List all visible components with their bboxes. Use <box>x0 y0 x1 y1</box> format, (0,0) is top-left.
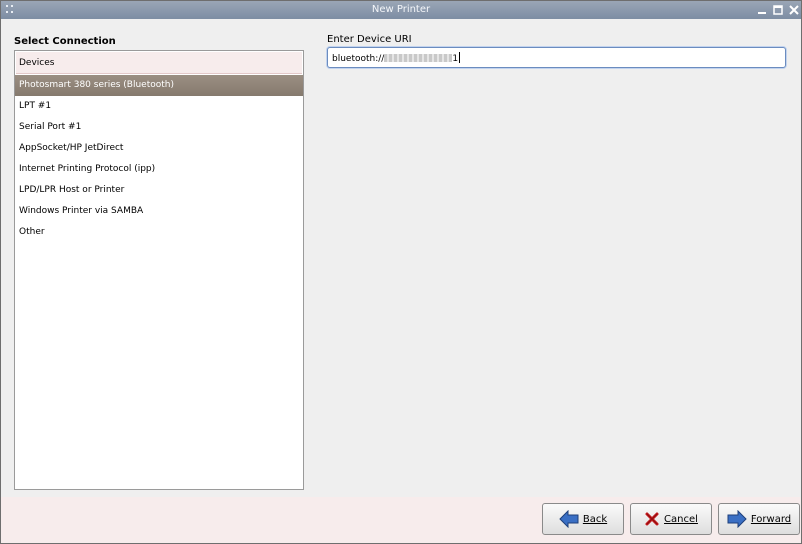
minimize-icon <box>758 12 766 14</box>
uri-redacted-address <box>384 54 453 62</box>
window-title: New Printer <box>371 4 431 15</box>
cancel-button[interactable]: Cancel <box>630 503 712 535</box>
connection-item-serial-port1[interactable]: Serial Port #1 <box>15 117 303 138</box>
maximize-icon <box>773 5 783 15</box>
close-button[interactable] <box>787 3 801 17</box>
back-button[interactable]: Back <box>542 503 624 535</box>
connection-item-lpt1[interactable]: LPT #1 <box>15 96 303 117</box>
arrow-right-icon <box>727 510 747 528</box>
connection-item-photosmart-bluetooth[interactable]: Photosmart 380 series (Bluetooth) <box>15 75 303 96</box>
title-bar[interactable]: New Printer <box>1 1 801 19</box>
connection-item-samba[interactable]: Windows Printer via SAMBA <box>15 201 303 222</box>
arrow-left-icon <box>559 510 579 528</box>
connection-list[interactable]: Devices Photosmart 380 series (Bluetooth… <box>14 50 304 490</box>
connection-item-ipp[interactable]: Internet Printing Protocol (ipp) <box>15 159 303 180</box>
cancel-button-label: Cancel <box>664 513 698 525</box>
connection-item-lpd-lpr[interactable]: LPD/LPR Host or Printer <box>15 180 303 201</box>
new-printer-window: New Printer Select Connection Devices Ph… <box>0 0 802 544</box>
connection-item-other[interactable]: Other <box>15 222 303 243</box>
uri-suffix-text: 1 <box>452 54 459 64</box>
text-caret <box>459 52 461 63</box>
close-icon <box>789 5 799 15</box>
back-button-label: Back <box>582 513 608 525</box>
maximize-button[interactable] <box>771 3 785 17</box>
select-connection-heading: Select Connection <box>14 36 116 47</box>
forward-button[interactable]: Forward <box>718 503 800 535</box>
uri-prefix-text: bluetooth:// <box>332 54 385 64</box>
connection-list-header[interactable]: Devices <box>16 52 302 74</box>
cancel-x-icon <box>644 511 660 527</box>
minimize-button[interactable] <box>755 3 769 17</box>
device-uri-input[interactable]: bluetooth:// 1 <box>327 47 786 68</box>
device-uri-label: Enter Device URI <box>327 34 412 45</box>
forward-button-label: Forward <box>750 513 792 525</box>
connection-item-appsocket[interactable]: AppSocket/HP JetDirect <box>15 138 303 159</box>
